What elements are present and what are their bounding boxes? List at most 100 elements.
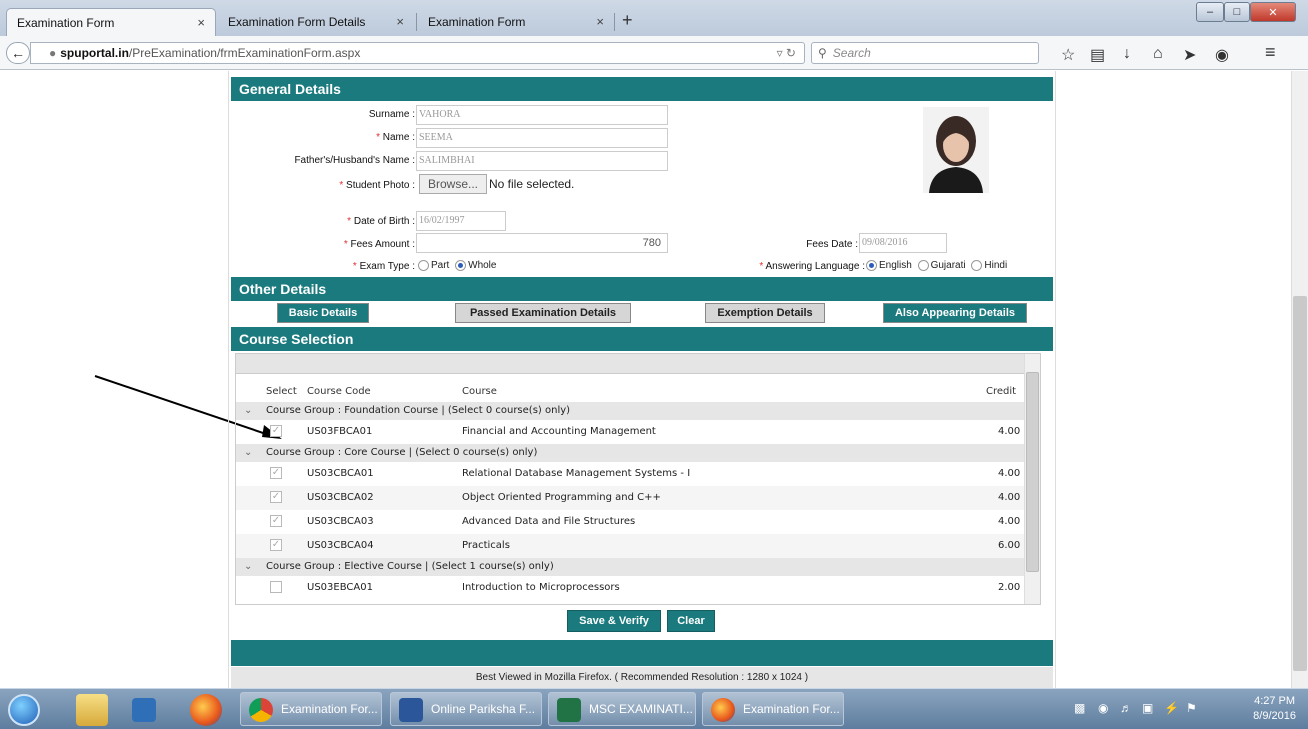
page-scrollbar[interactable]: [1291, 71, 1308, 688]
taskbar-item-excel[interactable]: MSC EXAMINATI...: [548, 692, 696, 726]
grid-scrollbar-thumb[interactable]: [1026, 372, 1039, 572]
network-tray-icon[interactable]: ▩: [1074, 701, 1085, 715]
close-tab-icon[interactable]: ×: [396, 14, 404, 29]
tab-examination-form-details[interactable]: Examination Form Details ×: [218, 8, 414, 36]
taskbar-item-label: MSC EXAMINATI...: [589, 702, 693, 716]
course-credit: 2.00: [998, 582, 1021, 593]
grid-header-row: Select Course Code Course Credit: [236, 374, 1024, 402]
start-button-icon[interactable]: [8, 694, 40, 726]
minimize-window-icon[interactable]: –: [1196, 2, 1224, 22]
exam-type-whole-radio[interactable]: [455, 260, 467, 271]
browse-button[interactable]: Browse...: [419, 174, 488, 194]
search-placeholder: Search: [832, 46, 871, 60]
column-header-course-code: Course Code: [307, 386, 371, 397]
name-label-text: Name :: [382, 132, 415, 143]
footer-text: Best Viewed in Mozilla Firefox. ( Recomm…: [231, 667, 1053, 688]
file-explorer-icon[interactable]: [76, 694, 108, 726]
bookmark-star-icon[interactable]: ☆: [1061, 45, 1075, 65]
url-host: spuportal.in: [60, 46, 129, 60]
taskbar-item-chrome[interactable]: Examination For...: [240, 692, 382, 726]
close-tab-icon[interactable]: ×: [197, 15, 205, 30]
flag-icon[interactable]: ⚑: [1186, 701, 1197, 715]
windows-taskbar: Examination For... Online Pariksha F... …: [0, 688, 1308, 729]
taskbar-item-firefox[interactable]: Examination For...: [702, 692, 844, 726]
exam-type-part-radio[interactable]: [418, 260, 429, 271]
menu-icon[interactable]: ≡: [1265, 42, 1276, 63]
new-tab-icon[interactable]: +: [622, 10, 633, 31]
reading-list-icon[interactable]: ▤: [1090, 45, 1105, 65]
tab-exemption-details[interactable]: Exemption Details: [705, 303, 825, 323]
back-arrow-icon[interactable]: ←: [6, 42, 30, 64]
exam-type-radio-group: Part Whole: [415, 260, 496, 271]
required-mark: *: [339, 180, 344, 191]
taskbar-item-label: Examination For...: [281, 702, 378, 716]
fees-amount-field[interactable]: 780: [416, 233, 668, 253]
power-tray-icon[interactable]: ⚡: [1164, 701, 1179, 715]
tab-examination-form-2[interactable]: Examination Form ×: [418, 8, 614, 36]
language-hindi-radio[interactable]: [971, 260, 983, 271]
close-tab-icon[interactable]: ×: [596, 14, 604, 29]
taskbar-item-label: Examination For...: [743, 702, 840, 716]
word-icon: [399, 698, 423, 722]
downloads-icon[interactable]: ↓: [1123, 45, 1131, 63]
tab-also-appearing-details[interactable]: Also Appearing Details: [883, 303, 1027, 323]
fees-amount-label-text: Fees Amount :: [350, 239, 415, 250]
course-credit: 4.00: [998, 426, 1021, 437]
clear-button[interactable]: Clear: [667, 610, 715, 632]
course-select-checkbox[interactable]: ✓: [270, 467, 282, 479]
site-identity-icon[interactable]: ●: [49, 46, 56, 60]
fees-date-field[interactable]: 09/08/2016: [859, 233, 947, 253]
save-verify-button[interactable]: Save & Verify: [567, 610, 661, 632]
search-input[interactable]: ⚲ Search: [811, 42, 1039, 64]
name-field[interactable]: SEEMA: [416, 128, 668, 148]
surname-field[interactable]: VAHORA: [416, 105, 668, 125]
language-gujarati-label: Gujarati: [930, 260, 966, 272]
footer-band: [231, 640, 1053, 666]
volume-icon[interactable]: ♬: [1120, 701, 1132, 715]
app-tray-icon[interactable]: ◉: [1098, 701, 1108, 715]
display-tray-icon[interactable]: ▣: [1142, 701, 1153, 715]
course-group-row-core[interactable]: ⌄ Course Group : Core Course | (Select 0…: [236, 444, 1024, 462]
media-player-icon[interactable]: [132, 698, 156, 722]
language-gujarati-radio[interactable]: [917, 260, 929, 271]
course-group-row-elective[interactable]: ⌄ Course Group : Elective Course | (Sele…: [236, 558, 1024, 576]
home-icon[interactable]: ⌂: [1153, 45, 1163, 63]
tab-passed-examination-details[interactable]: Passed Examination Details: [455, 303, 631, 323]
taskbar-item-word[interactable]: Online Pariksha F...: [390, 692, 542, 726]
send-icon[interactable]: ➤: [1183, 45, 1196, 65]
maximize-window-icon[interactable]: □: [1224, 2, 1250, 22]
tab-separator: [614, 13, 615, 31]
firefox-icon: [711, 698, 735, 722]
dob-field[interactable]: 16/02/1997: [416, 211, 506, 231]
course-select-checkbox[interactable]: ✓: [270, 491, 282, 503]
close-window-icon[interactable]: ✕: [1250, 2, 1296, 22]
tab-examination-form-1[interactable]: Examination Form ×: [6, 8, 216, 36]
course-group-row-foundation[interactable]: ⌄ Course Group : Foundation Course | (Se…: [236, 402, 1024, 420]
grid-scrollbar[interactable]: [1024, 354, 1040, 604]
reload-icon[interactable]: ▿ ↻: [777, 46, 796, 60]
exam-type-label-text: Exam Type :: [359, 261, 415, 272]
course-select-checkbox[interactable]: ✓: [270, 515, 282, 527]
chevron-down-icon[interactable]: ⌄: [244, 561, 252, 572]
column-header-course: Course: [462, 386, 497, 397]
taskbar-clock[interactable]: 4:27 PM 8/9/2016: [1253, 694, 1296, 724]
table-row: ✓ US03CBCA03 Advanced Data and File Stru…: [236, 510, 1024, 534]
chevron-down-icon[interactable]: ⌄: [244, 405, 252, 416]
grid-toolbar: [236, 354, 1024, 374]
address-bar[interactable]: ● spuportal.in/PreExamination/frmExamina…: [30, 42, 805, 64]
required-mark: *: [352, 261, 357, 272]
course-select-checkbox[interactable]: [270, 581, 282, 593]
chevron-down-icon[interactable]: ⌄: [244, 447, 252, 458]
page-scrollbar-thumb[interactable]: [1293, 296, 1307, 671]
course-select-checkbox[interactable]: ✓: [270, 425, 282, 437]
required-mark: *: [759, 261, 764, 272]
chat-icon[interactable]: ◉: [1215, 45, 1229, 65]
course-select-checkbox[interactable]: ✓: [270, 539, 282, 551]
tab-basic-details[interactable]: Basic Details: [277, 303, 369, 323]
course-name: Advanced Data and File Structures: [462, 516, 636, 527]
firefox-icon[interactable]: [190, 694, 222, 726]
language-english-radio[interactable]: [866, 260, 877, 271]
page-viewport: General Details Surname : VAHORA * Name …: [0, 71, 1291, 688]
tab-separator: [416, 13, 417, 31]
father-name-field[interactable]: SALIMBHAI: [416, 151, 668, 171]
